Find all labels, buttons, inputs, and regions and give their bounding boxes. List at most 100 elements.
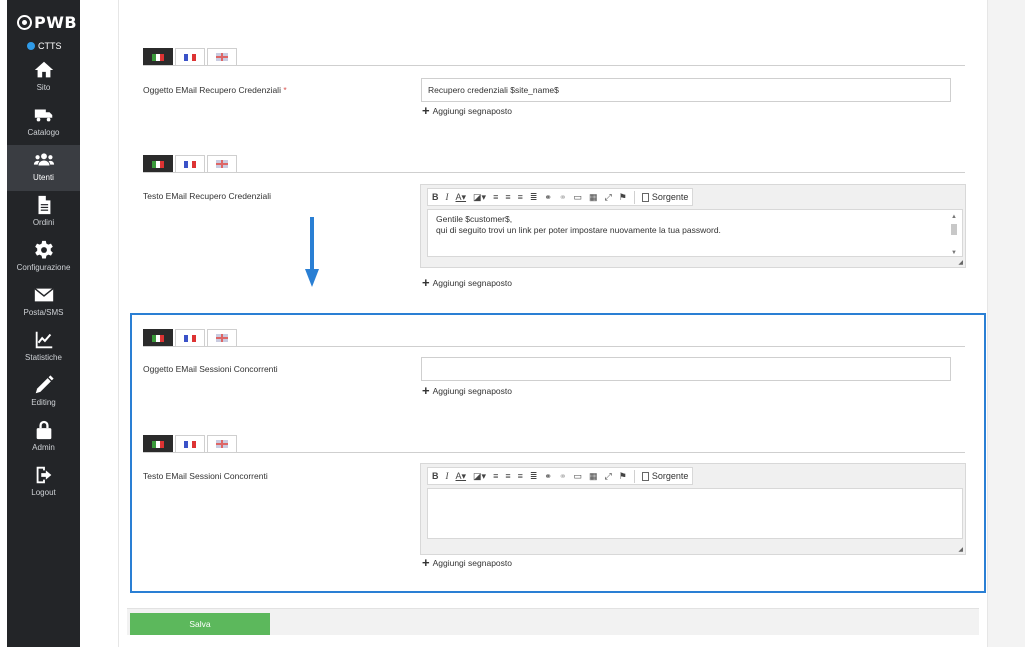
align-right-icon[interactable]: ≡ [518,471,523,481]
recovery-subject-input[interactable]: Recupero credenziali $site_name$ [421,78,951,102]
sidebar-item-label: Editing [31,398,56,407]
unlink-icon[interactable]: ⚭ [559,471,567,482]
save-button[interactable]: Salva [130,613,270,635]
sidebar-item-catalogo[interactable]: Catalogo [7,100,80,146]
image-icon[interactable]: ▭ [574,192,583,203]
editor-line: Gentile $customer$, [436,214,513,224]
rich-text-editor: B I A▾ ◪▾ ≡ ≡ ≡ ≣ ⚭ ⚭ ▭ ▦ ⤢ ⚑ Sorgente G… [420,184,966,268]
language-tabs [143,329,237,346]
table-icon[interactable]: ▦ [589,471,598,482]
add-placeholder-button[interactable]: + Aggiungi segnaposto [422,555,512,570]
sidebar-item-label: Posta/SMS [23,308,64,317]
environment-indicator: CTTS [27,41,62,51]
italy-flag-icon [152,440,164,448]
justify-icon[interactable]: ≣ [530,471,538,482]
editor-content-area[interactable] [427,488,963,539]
align-left-icon[interactable]: ≡ [493,192,498,202]
sidebar-item-label: Statistiche [25,353,62,362]
sidebar-item-label: Configurazione [16,263,71,272]
italy-flag-icon [152,160,164,168]
uk-flag-icon [216,334,228,342]
bold-button[interactable]: B [432,471,439,481]
language-tabs [143,155,237,172]
france-flag-icon [184,53,196,61]
resize-handle-icon[interactable]: ◢ [958,546,963,553]
sidebar-item-editing[interactable]: Editing [7,370,80,416]
bg-color-icon[interactable]: ◪▾ [473,192,486,203]
tab-language-it[interactable] [143,329,173,346]
logo: PWB [17,13,77,32]
align-right-icon[interactable]: ≡ [518,192,523,202]
sidebar-item-posta-sms[interactable]: Posta/SMS [7,280,80,326]
sidebar-item-logout[interactable]: Logout [7,460,80,506]
sidebar-item-configurazione[interactable]: Configurazione [7,235,80,281]
document-icon [38,195,50,215]
tab-language-en[interactable] [207,329,237,346]
tab-language-en[interactable] [207,435,237,452]
table-icon[interactable]: ▦ [589,192,598,203]
add-placeholder-button[interactable]: + Aggiungi segnaposto [422,276,512,289]
sidebar: PWB CTTS Sito Catalogo Utenti Ordini Con… [7,0,80,647]
italic-button[interactable]: I [446,471,449,481]
tab-language-en[interactable] [207,48,237,65]
flag-icon[interactable]: ⚑ [619,471,627,482]
tab-language-en[interactable] [207,155,237,172]
tab-language-fr[interactable] [175,48,205,65]
flag-icon[interactable]: ⚑ [619,192,627,203]
sidebar-item-label: Catalogo [27,128,60,137]
align-center-icon[interactable]: ≡ [505,192,510,202]
field-label-sessions-body: Testo EMail Sessioni Concorrenti [143,471,268,481]
add-placeholder-label: Aggiungi segnaposto [432,278,512,288]
truck-icon [34,109,52,122]
text-color-button[interactable]: A▾ [456,471,467,482]
tab-language-fr[interactable] [175,435,205,452]
unlink-icon[interactable]: ⚭ [559,192,567,203]
sessions-subject-input[interactable] [421,357,951,381]
link-icon[interactable]: ⚭ [544,192,552,203]
tab-language-it[interactable] [143,48,173,65]
tab-language-fr[interactable] [175,329,205,346]
sidebar-item-label: Admin [32,443,55,452]
sidebar-item-sito[interactable]: Sito [7,55,80,101]
france-flag-icon [184,440,196,448]
italic-button[interactable]: I [446,192,449,202]
text-color-button[interactable]: A▾ [456,192,467,203]
uk-flag-icon [216,160,228,168]
source-button[interactable]: Sorgente [641,192,688,202]
bg-color-icon[interactable]: ◪▾ [473,471,486,482]
add-placeholder-button[interactable]: + Aggiungi segnaposto [422,384,512,397]
tab-language-it[interactable] [143,435,173,452]
add-placeholder-button[interactable]: + Aggiungi segnaposto [422,104,512,117]
align-center-icon[interactable]: ≡ [505,471,510,481]
right-gutter [988,0,1025,647]
lock-icon [36,420,51,440]
toolbar-separator [633,469,635,483]
maximize-icon[interactable]: ⤢ [605,192,612,203]
image-icon[interactable]: ▭ [574,471,583,482]
link-icon[interactable]: ⚭ [544,471,552,482]
source-doc-icon [641,471,649,481]
sidebar-item-utenti[interactable]: Utenti [7,145,80,191]
tab-language-fr[interactable] [175,155,205,172]
align-left-icon[interactable]: ≡ [493,471,498,481]
resize-handle-icon[interactable]: ◢ [958,259,963,266]
justify-icon[interactable]: ≣ [530,192,538,203]
maximize-icon[interactable]: ⤢ [605,471,612,482]
plus-icon: + [422,555,430,570]
source-button[interactable]: Sorgente [641,471,688,481]
sidebar-item-ordini[interactable]: Ordini [7,190,80,236]
field-label-recovery-body: Testo EMail Recupero Credenziali [143,191,272,201]
sidebar-item-statistiche[interactable]: Statistiche [7,325,80,371]
scroll-thumb[interactable] [951,224,957,235]
scroll-down-icon: ▼ [951,250,957,256]
add-placeholder-label: Aggiungi segnaposto [432,106,512,116]
editor-scrollbar[interactable]: ▲ ▼ [950,212,958,259]
editor-content-area[interactable]: Gentile $customer$, qui di seguito trovi… [427,209,963,257]
sidebar-item-label: Utenti [33,173,54,182]
tab-language-it[interactable] [143,155,173,172]
italy-flag-icon [152,334,164,342]
chart-icon [35,331,52,349]
sidebar-item-admin[interactable]: Admin [7,415,80,461]
bold-button[interactable]: B [432,192,439,202]
field-label-recovery-subject: Oggetto EMail Recupero Credenziali * [143,85,287,95]
